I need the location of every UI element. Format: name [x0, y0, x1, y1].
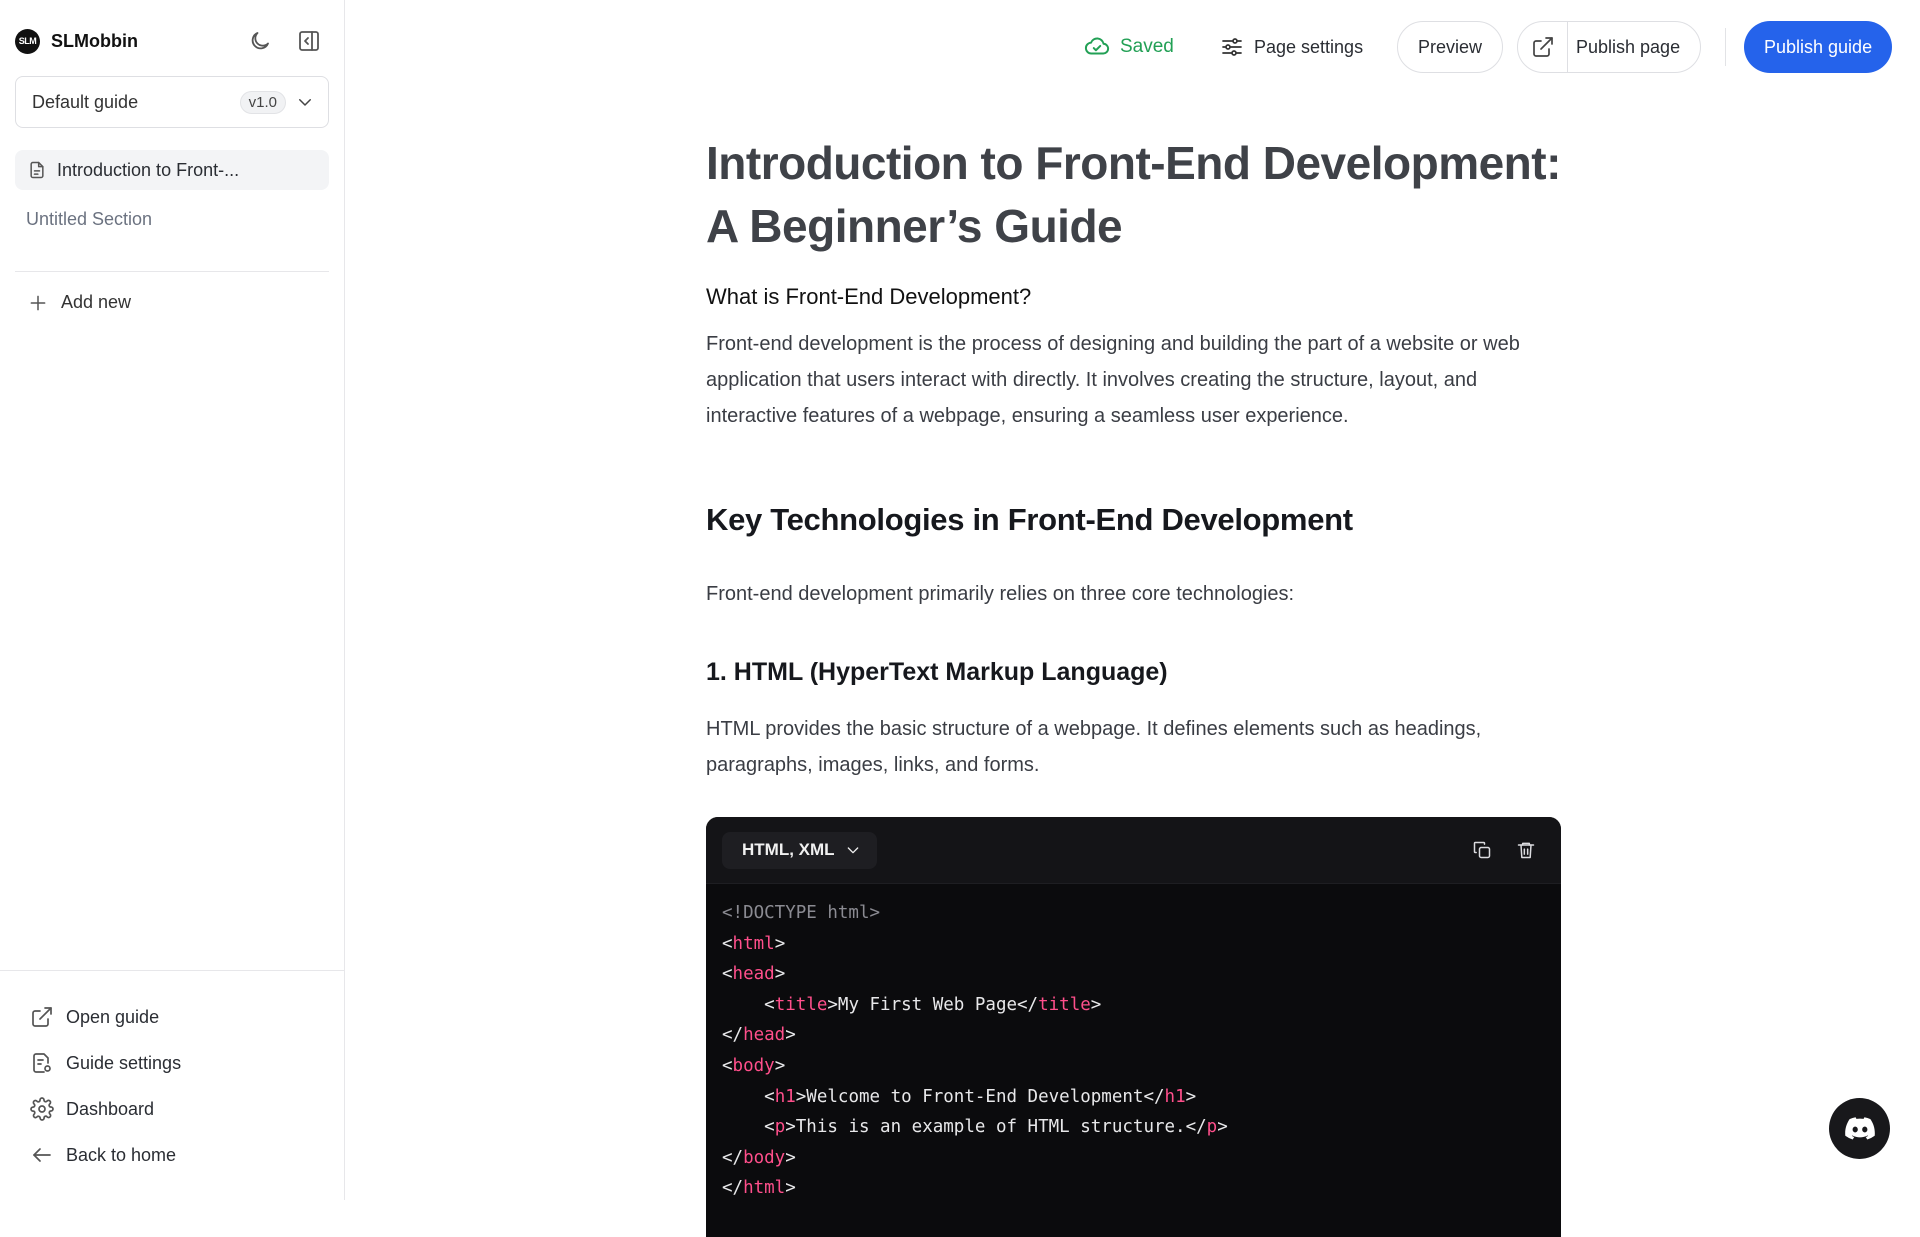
back-to-home-label: Back to home	[66, 1144, 177, 1165]
dashboard-button[interactable]: Dashboard	[30, 1097, 154, 1121]
code-line[interactable]: <!DOCTYPE html>	[722, 898, 1545, 929]
brand[interactable]: SLM SLMobbin	[15, 28, 138, 54]
dashboard-label: Dashboard	[66, 1098, 155, 1119]
code-line[interactable]: </head>	[722, 1020, 1545, 1051]
publish-page-button[interactable]: Publish page	[1517, 21, 1702, 73]
code-line[interactable]: <html>	[722, 929, 1545, 960]
code-block[interactable]: HTML, XML <!DOCTYPE html> <html> <head> <t…	[706, 817, 1561, 1237]
arrow-left-icon	[30, 1143, 54, 1167]
settings-doc-icon	[30, 1051, 54, 1075]
saved-label: Saved	[1120, 36, 1174, 57]
sidebar-page-label: Introduction to Front-...	[57, 159, 240, 180]
brand-logo: SLM	[15, 28, 40, 54]
sidebar-collapse-icon[interactable]	[294, 26, 324, 56]
open-guide-label: Open guide	[66, 1006, 160, 1027]
page-subtitle[interactable]: What is Front-End Development?	[706, 284, 1561, 310]
open-guide-button[interactable]: Open guide	[30, 1005, 159, 1029]
code-language-select[interactable]: HTML, XML	[722, 831, 877, 869]
version-badge: v1.0	[239, 90, 286, 114]
paragraph-html[interactable]: HTML provides the basic structure of a w…	[706, 711, 1561, 783]
paragraph-intro[interactable]: Front-end development is the process of …	[706, 326, 1561, 434]
page-title[interactable]: Introduction to Front-End Development: A…	[706, 132, 1561, 258]
chevron-down-icon	[296, 93, 314, 111]
document-content: Introduction to Front-End Development: A…	[706, 132, 1561, 1237]
guide-select-label: Default guide	[32, 91, 139, 112]
code-line[interactable]: <head>	[722, 959, 1545, 990]
sidebar-page-item[interactable]: Introduction to Front-...	[15, 150, 329, 190]
external-link-icon	[30, 1005, 54, 1029]
sidebar: SLM SLMobbin Default guide v1.0 Introduc…	[0, 0, 345, 1200]
topbar-divider	[1725, 28, 1726, 66]
code-line[interactable]: <body>	[722, 1051, 1545, 1082]
add-new-label: Add new	[61, 292, 132, 312]
moon-icon[interactable]	[245, 26, 275, 56]
page-settings-button[interactable]: Page settings	[1220, 21, 1363, 73]
publish-page-label: Publish page	[1576, 36, 1681, 57]
heading-html[interactable]: 1. HTML (HyperText Markup Language)	[706, 658, 1561, 687]
code-editor[interactable]: <!DOCTYPE html> <html> <head> <title>My Fi…	[706, 884, 1561, 1218]
sliders-icon	[1220, 35, 1244, 59]
sidebar-divider	[15, 271, 329, 272]
code-line[interactable]: </body>	[722, 1143, 1545, 1174]
plus-icon	[28, 293, 48, 313]
gear-icon	[30, 1097, 54, 1121]
heading-key-technologies[interactable]: Key Technologies in Front-End Developmen…	[706, 502, 1561, 538]
code-line[interactable]: </html>	[722, 1173, 1545, 1204]
saved-status: Saved	[1084, 21, 1174, 73]
code-language-label: HTML, XML	[742, 840, 835, 859]
back-to-home-button[interactable]: Back to home	[30, 1143, 176, 1167]
guide-select[interactable]: Default guide v1.0	[15, 76, 329, 128]
code-line[interactable]: <h1>Welcome to Front-End Development</h1…	[722, 1082, 1545, 1113]
guide-settings-button[interactable]: Guide settings	[30, 1051, 181, 1075]
guide-settings-label: Guide settings	[66, 1052, 182, 1073]
document-icon	[27, 160, 47, 180]
page-settings-label: Page settings	[1254, 36, 1364, 57]
sidebar-section-item[interactable]: Untitled Section	[26, 209, 152, 230]
copy-icon[interactable]	[1469, 837, 1495, 863]
code-line[interactable]: <title>My First Web Page</title>	[722, 990, 1545, 1021]
discord-icon	[1844, 1116, 1875, 1141]
code-line[interactable]: <p>This is an example of HTML structure.…	[722, 1112, 1545, 1143]
publish-guide-button[interactable]: Publish guide	[1744, 21, 1893, 73]
brand-name: SLMobbin	[51, 30, 138, 51]
discord-support-button[interactable]	[1829, 1098, 1890, 1159]
cloud-check-icon	[1084, 34, 1110, 60]
preview-button[interactable]: Preview	[1397, 21, 1504, 73]
trash-icon[interactable]	[1513, 837, 1539, 863]
sidebar-bottom: Open guide Guide settings Dashboard Back…	[0, 970, 344, 1200]
code-block-header: HTML, XML	[706, 817, 1561, 884]
chevron-down-icon	[845, 842, 861, 858]
code-actions	[1451, 837, 1539, 863]
external-link-icon	[1518, 22, 1568, 72]
add-new-button[interactable]: Add new	[28, 292, 131, 313]
paragraph-core-technologies[interactable]: Front-end development primarily relies o…	[706, 576, 1561, 612]
